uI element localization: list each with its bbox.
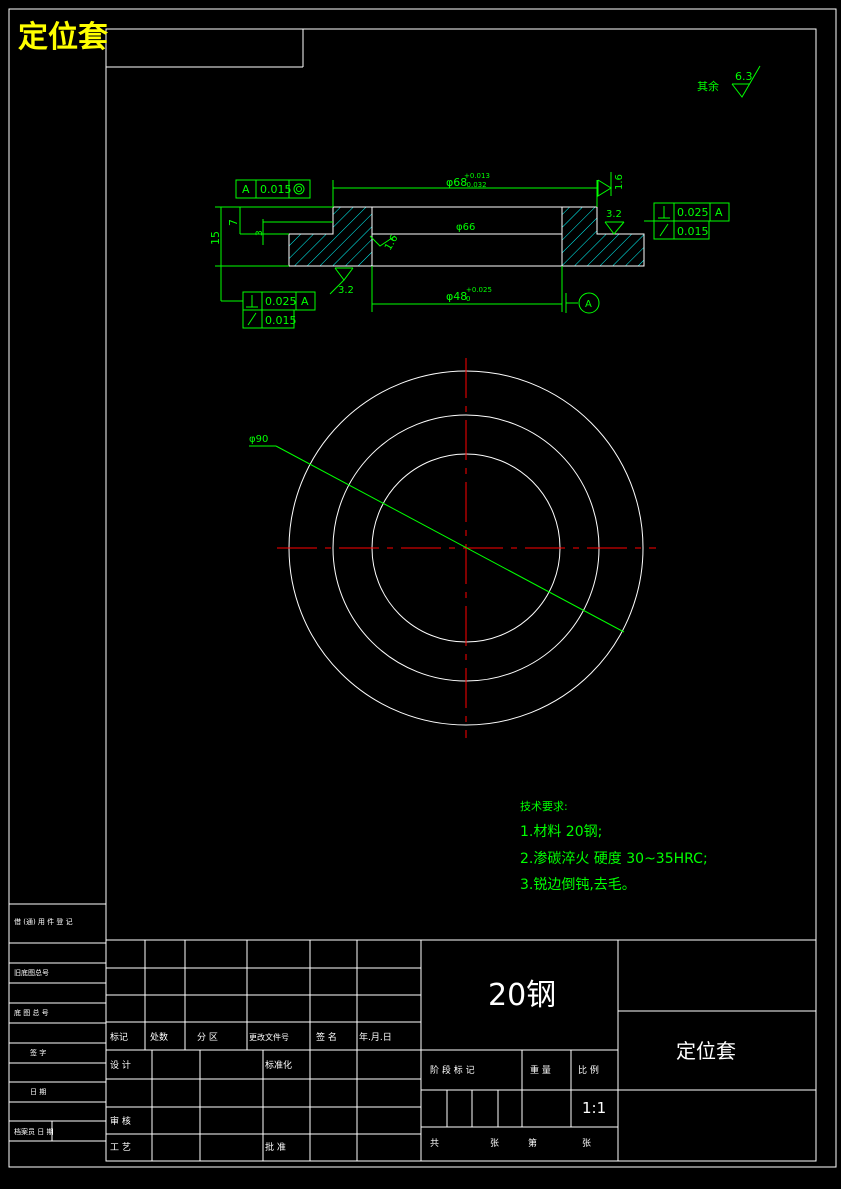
dim-phi66: φ66	[456, 222, 475, 233]
svg-text:3.2: 3.2	[338, 285, 354, 296]
svg-text:设 计: 设 计	[110, 1059, 131, 1071]
svg-text:档案员 日 期: 档案员 日 期	[14, 1127, 53, 1136]
svg-text:旧底图总号: 旧底图总号	[14, 968, 49, 977]
svg-text:更改文件号: 更改文件号	[249, 1032, 289, 1042]
svg-text:φ48: φ48	[446, 290, 467, 303]
tech-notes: 技术要求: 1.材料 20钢; 2.渗碳淬火 硬度 30~35HRC; 3.锐边…	[520, 800, 708, 893]
svg-text:1.6: 1.6	[614, 174, 625, 190]
svg-text:日 期: 日 期	[30, 1088, 46, 1096]
left-strip: 借 (通) 用 件 登 记 旧底图总号 底 图 总 号 签 字 日 期 档案员 …	[9, 903, 106, 1142]
svg-text:张: 张	[582, 1138, 591, 1149]
svg-text:2.渗碳淬火 硬度 30~35HRC;: 2.渗碳淬火 硬度 30~35HRC;	[520, 851, 708, 867]
svg-text:阶 段 标 记: 阶 段 标 记	[430, 1064, 475, 1076]
svg-text:张: 张	[490, 1138, 499, 1149]
svg-text:15: 15	[209, 231, 222, 245]
svg-text:技术要求:: 技术要求:	[520, 800, 568, 813]
svg-text:0.025: 0.025	[265, 295, 297, 308]
title-block: 20钢 定位套 1:1 标记 处数 分 区 更改文件号 签 名 年.月.日 设 …	[106, 939, 816, 1161]
svg-text:标准化: 标准化	[265, 1059, 292, 1071]
svg-text:审 核: 审 核	[110, 1115, 131, 1127]
svg-text:共: 共	[430, 1138, 439, 1149]
svg-text:分 区: 分 区	[197, 1032, 218, 1043]
top-view: φ90	[249, 358, 656, 738]
svg-text:标记: 标记	[110, 1031, 128, 1043]
svg-text:0.015: 0.015	[260, 183, 292, 196]
svg-text:A: A	[301, 295, 309, 308]
surface-finish-label: 其余	[697, 79, 719, 93]
dim-phi90: φ90	[249, 434, 268, 445]
tol-frame-right: 0.025 A 0.015	[644, 202, 730, 240]
svg-text:重 量: 重 量	[530, 1064, 551, 1076]
section-hatch-left	[289, 207, 372, 266]
svg-text:3.2: 3.2	[606, 209, 622, 220]
svg-text:批 准: 批 准	[265, 1141, 286, 1153]
svg-text:0.025: 0.025	[677, 206, 709, 219]
svg-text:1.6: 1.6	[383, 233, 400, 252]
svg-text:3.锐边倒钝,去毛。: 3.锐边倒钝,去毛。	[520, 877, 636, 893]
svg-text:A: A	[242, 183, 250, 196]
tol-frame-left: 0.025 A 0.015	[221, 291, 316, 329]
svg-text:A: A	[715, 206, 723, 219]
svg-text:1.材料 20钢;: 1.材料 20钢;	[520, 824, 602, 840]
svg-text:+0.013: +0.013	[464, 172, 490, 180]
outer-border	[8, 8, 837, 1168]
svg-text:0.015: 0.015	[677, 225, 709, 238]
svg-text:+0.025: +0.025	[466, 286, 492, 294]
svg-text:底 图 总 号: 底 图 总 号	[14, 1008, 49, 1017]
svg-text:处数: 处数	[150, 1031, 168, 1043]
engineering-drawing: 定位套 其余 6.3 φ68 +0.013 -0.032 A 0.015 1.6…	[8, 8, 837, 1168]
svg-text:3: 3	[255, 230, 265, 236]
svg-text:第: 第	[528, 1137, 537, 1149]
svg-text:0: 0	[466, 295, 470, 303]
tol-frame-concentric: A 0.015	[235, 179, 311, 199]
svg-text:A: A	[585, 299, 592, 310]
svg-text:0.015: 0.015	[265, 314, 297, 327]
drawing-title: 定位套	[18, 20, 108, 55]
inner-border	[105, 28, 817, 1162]
svg-text:年.月.日: 年.月.日	[359, 1031, 392, 1043]
svg-text:签 名: 签 名	[316, 1031, 337, 1043]
section-hatch-right	[562, 207, 644, 266]
surface-finish-value: 6.3	[735, 70, 753, 83]
svg-text:工 艺: 工 艺	[110, 1142, 131, 1153]
svg-text:借 (通) 用 件 登 记: 借 (通) 用 件 登 记	[14, 917, 73, 926]
material: 20钢	[488, 978, 556, 1013]
svg-text:7: 7	[227, 219, 240, 226]
dim-phi68: φ68 +0.013 -0.032	[332, 172, 598, 207]
scale: 1:1	[582, 1099, 606, 1117]
dim-phi48: φ48 +0.025 0 A	[371, 266, 600, 314]
part-name: 定位套	[676, 1039, 736, 1063]
svg-text:-0.032: -0.032	[464, 181, 487, 189]
svg-text:签 字: 签 字	[30, 1048, 46, 1057]
section-view	[288, 206, 645, 267]
svg-text:比 例: 比 例	[578, 1064, 599, 1076]
